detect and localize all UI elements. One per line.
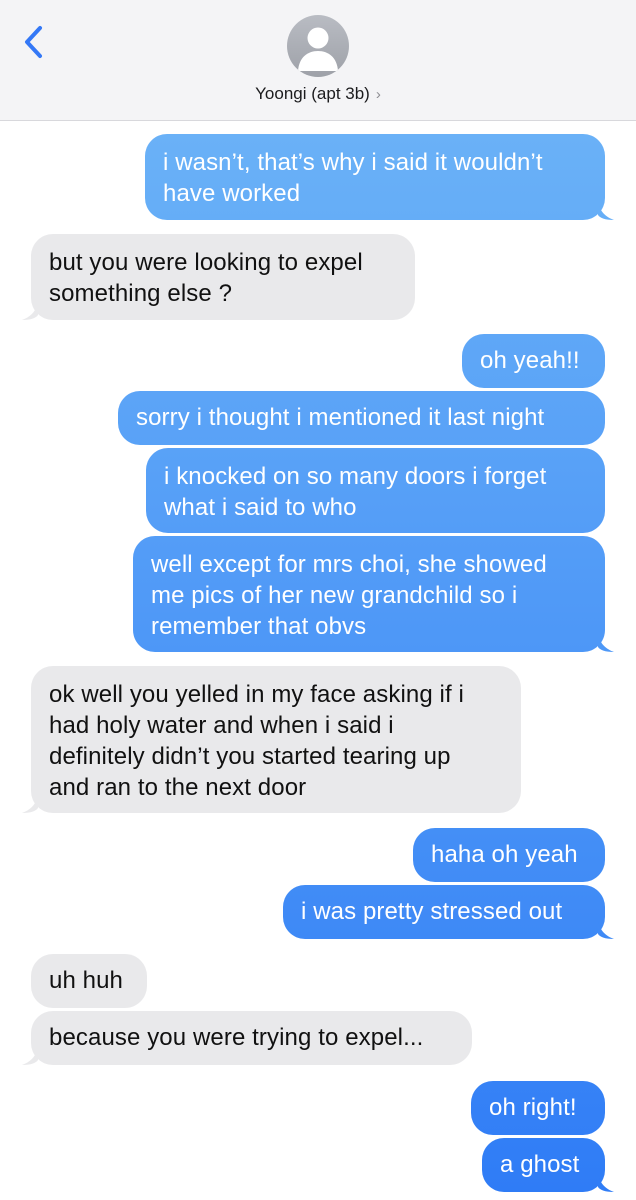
conversation-header: Yoongi (apt 3b) › bbox=[0, 0, 636, 121]
contact-name-button[interactable]: Yoongi (apt 3b) › bbox=[0, 84, 636, 104]
message-thread[interactable]: i wasn’t, that’s why i said it wouldn’t … bbox=[0, 121, 636, 1200]
message-bubble-sent[interactable]: haha oh yeah bbox=[413, 828, 605, 882]
message-bubble-received[interactable]: because you were trying to expel... bbox=[31, 1011, 472, 1065]
message-bubble-received[interactable]: uh huh bbox=[31, 954, 147, 1008]
message-bubble-received[interactable]: ok well you yelled in my face asking if … bbox=[31, 666, 521, 813]
message-bubble-sent[interactable]: oh right! bbox=[471, 1081, 605, 1135]
message-bubble-sent[interactable]: i knocked on so many doors i forget what… bbox=[146, 448, 605, 533]
message-bubble-sent[interactable]: i was pretty stressed out bbox=[283, 885, 605, 939]
bubble-tail-received bbox=[22, 302, 38, 320]
message-bubble-received[interactable]: but you were looking to expel something … bbox=[31, 234, 415, 320]
bubble-tail-sent bbox=[598, 634, 614, 652]
message-bubble-sent[interactable]: sorry i thought i mentioned it last nigh… bbox=[118, 391, 605, 445]
message-bubble-sent[interactable]: a ghost bbox=[482, 1138, 605, 1192]
chevron-right-icon: › bbox=[375, 86, 381, 103]
contact-name: Yoongi (apt 3b) bbox=[255, 84, 370, 103]
back-button[interactable] bbox=[18, 22, 52, 62]
bubble-tail-sent bbox=[598, 202, 614, 220]
person-silhouette-icon bbox=[298, 27, 338, 71]
contact-avatar[interactable] bbox=[287, 15, 349, 77]
bubble-tail-received bbox=[22, 795, 38, 813]
message-bubble-sent[interactable]: oh yeah!! bbox=[462, 334, 605, 388]
bubble-tail-sent bbox=[598, 921, 614, 939]
message-bubble-sent[interactable]: well except for mrs choi, she showed me … bbox=[133, 536, 605, 652]
chevron-left-icon bbox=[25, 26, 42, 58]
message-bubble-sent[interactable]: i wasn’t, that’s why i said it wouldn’t … bbox=[145, 134, 605, 220]
bubble-tail-sent bbox=[598, 1174, 614, 1192]
bubble-tail-received bbox=[22, 1047, 38, 1065]
